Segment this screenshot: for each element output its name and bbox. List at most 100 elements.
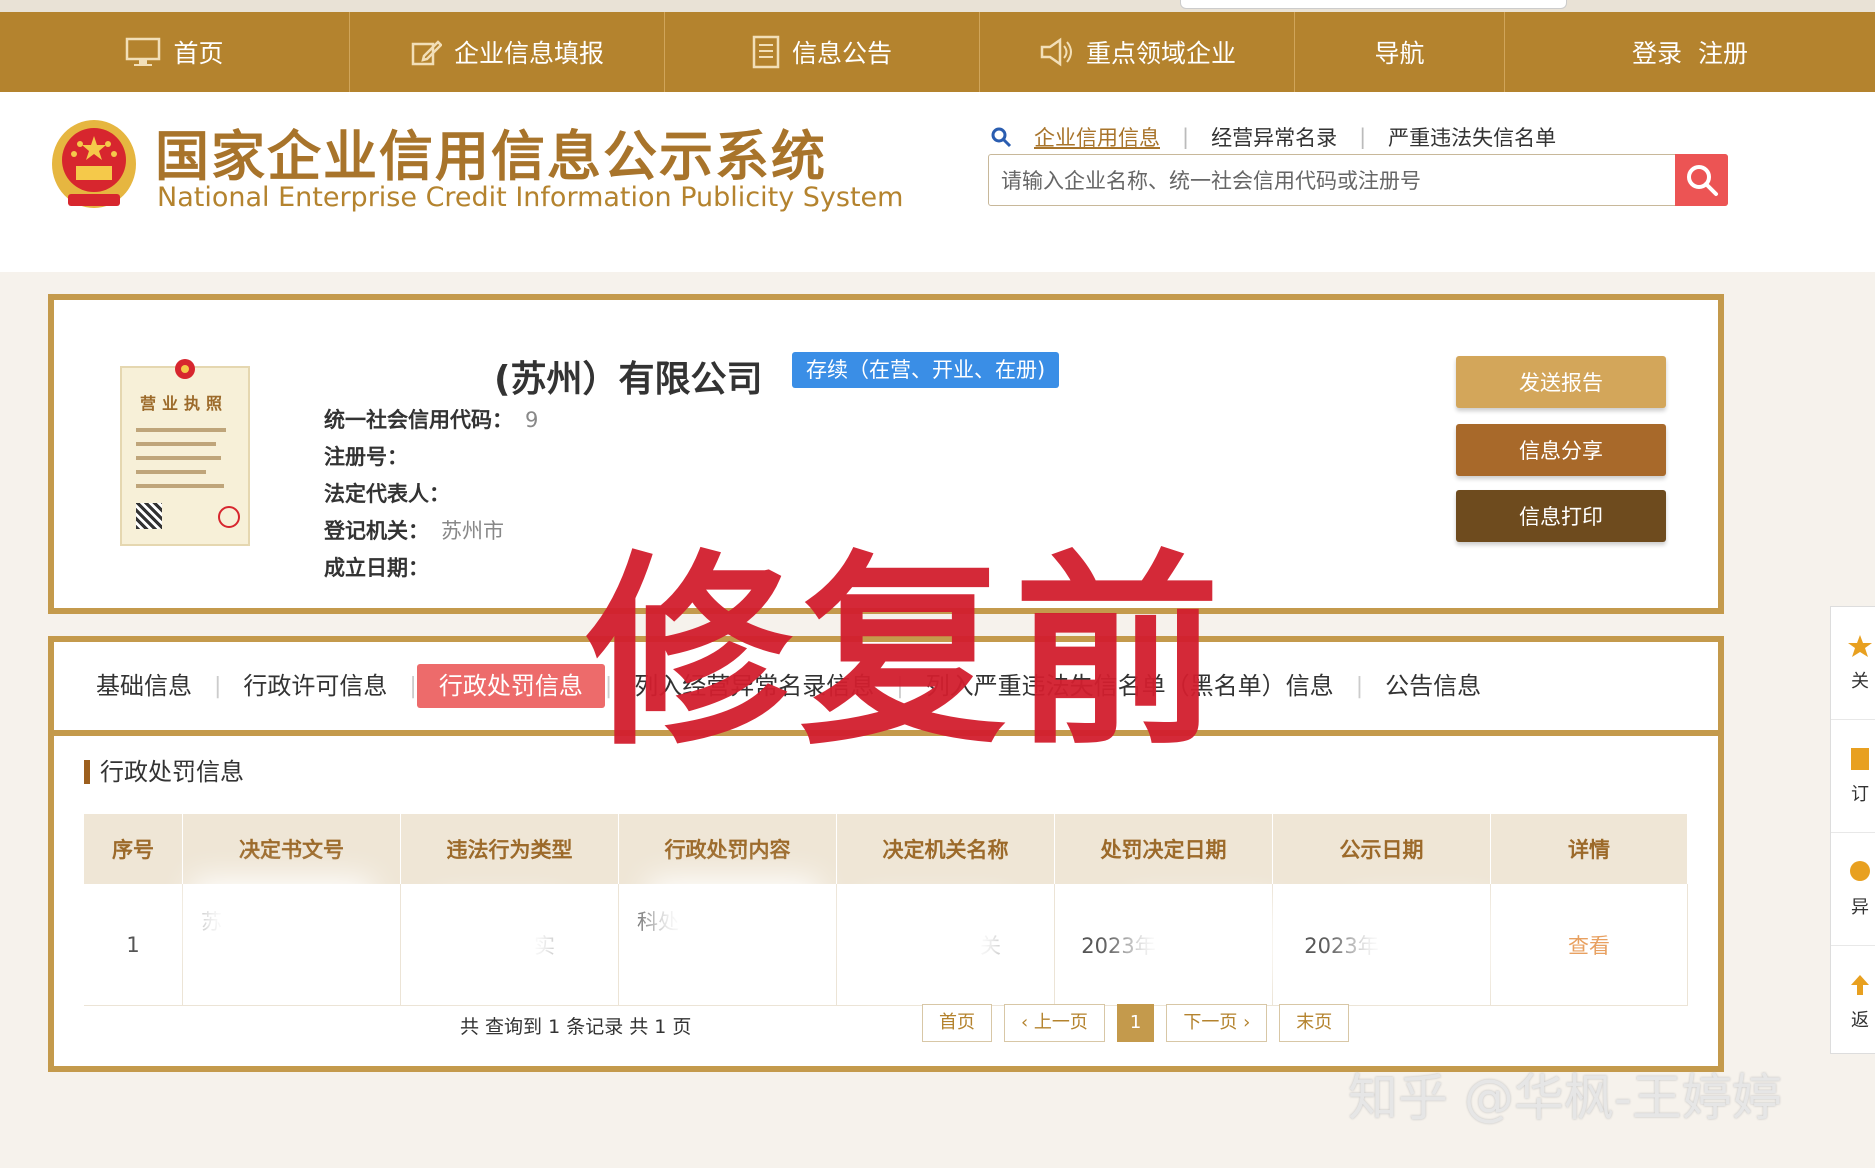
cell-authority-text: 关 — [980, 933, 1001, 958]
qr-code-icon — [136, 503, 162, 529]
cell-authority: 关 — [836, 884, 1055, 1006]
legal-rep-label: 法定代表人： — [324, 482, 450, 506]
popup-edge — [1180, 0, 1567, 9]
float-item-subscribe-label: 订 — [1851, 784, 1869, 805]
view-detail-link[interactable]: 查看 — [1568, 934, 1610, 958]
cell-no: 1 — [84, 884, 183, 1006]
tab-admin-penalty[interactable]: 行政处罚信息 — [416, 664, 605, 708]
section-title: 行政处罚信息 — [84, 760, 244, 784]
cell-penalty-content-text: 科处 — [637, 910, 679, 934]
monitor-icon — [126, 37, 161, 66]
next-page-button[interactable]: 下一页 › — [1166, 1004, 1268, 1042]
float-item-back-top[interactable]: 返 — [1831, 946, 1875, 1058]
tab-basic-info[interactable]: 基础信息 — [74, 664, 214, 708]
cell-publish-date-text: 2023年 — [1304, 933, 1379, 958]
tab-announcement[interactable]: 公告信息 — [1363, 664, 1503, 708]
search-link-credit-info[interactable]: 企业信用信息 — [1034, 122, 1160, 152]
nav-info-notice-label: 信息公告 — [791, 39, 892, 68]
float-item-subscribe[interactable]: 订 — [1831, 720, 1875, 833]
reg-authority-label: 登记机关： — [324, 519, 429, 543]
search-icon — [1686, 165, 1718, 196]
share-info-button[interactable]: 信息分享 — [1456, 424, 1666, 476]
col-penalty-content: 行政处罚内容 — [618, 814, 837, 884]
redaction-blur — [464, 932, 534, 953]
cell-decision-date: 2023年 — [1054, 884, 1273, 1006]
table-row: 1 苏 实 科处 关 2023年 2023年 查看 — [84, 884, 1688, 1006]
redaction-blur — [679, 909, 789, 929]
cell-detail: 查看 — [1490, 884, 1688, 1006]
nav-login-register[interactable]: 登录 注册 — [1505, 12, 1875, 92]
cell-publish-date: 2023年 — [1272, 884, 1491, 1006]
cell-violation-type-text: 实 — [534, 933, 555, 958]
browser-top-strip — [0, 0, 1875, 12]
float-item-follow-label: 关 — [1851, 671, 1869, 692]
chevron-right-icon: › — [1237, 1012, 1251, 1033]
national-emblem-icon — [52, 120, 136, 208]
cell-violation-type: 实 — [400, 884, 619, 1006]
tab-separator: | — [1355, 673, 1364, 699]
nav-info-notice[interactable]: 信息公告 — [665, 12, 980, 92]
nav-home-label: 首页 — [173, 39, 224, 68]
reg-no-label: 注册号： — [324, 445, 408, 469]
tab-admin-license[interactable]: 行政许可信息 — [221, 664, 409, 708]
license-text-lines — [136, 428, 236, 498]
legal-rep-row: 法定代表人： — [324, 478, 462, 508]
speaker-icon — [1040, 37, 1072, 67]
search-type-links: 企业信用信息 | 经营异常名录 | 严重违法失信名单 — [990, 122, 1556, 152]
site-header: 国家企业信用信息公示系统 National Enterprise Credit … — [0, 92, 1875, 272]
company-name: (苏州）有限公司 — [494, 359, 763, 400]
search-link-abnormal-list[interactable]: 经营异常名录 — [1211, 122, 1337, 152]
search-input[interactable] — [999, 163, 1653, 199]
tab-separator: | — [214, 673, 222, 699]
redaction-blur — [1155, 932, 1246, 953]
redaction-blur — [222, 909, 342, 929]
tab-separator: | — [409, 673, 417, 699]
reg-authority-value: 苏州市 — [441, 519, 504, 543]
nav-enterprise-report-label: 企业信息填报 — [453, 39, 604, 68]
search-link-blacklist[interactable]: 严重违法失信名单 — [1388, 122, 1556, 152]
nav-key-sector-label: 重点领域企业 — [1085, 39, 1236, 68]
col-detail: 详情 — [1490, 814, 1688, 884]
search-small-icon — [991, 127, 1012, 148]
nav-key-sector[interactable]: 重点领域企业 — [980, 12, 1295, 92]
nav-home[interactable]: 首页 — [0, 12, 350, 92]
arrow-up-icon — [1851, 975, 1869, 995]
penalty-table: 序号 决定书文号 违法行为类型 行政处罚内容 决定机关名称 处罚决定日期 公示日… — [84, 814, 1688, 1006]
redaction-blur — [890, 932, 980, 953]
bubble-icon — [1850, 861, 1870, 881]
first-page-button[interactable]: 首页 — [922, 1004, 992, 1042]
table-header-row: 序号 决定书文号 违法行为类型 行政处罚内容 决定机关名称 处罚决定日期 公示日… — [84, 814, 1688, 884]
document-icon — [752, 35, 780, 69]
edit-icon — [411, 40, 442, 66]
search-box — [988, 154, 1728, 206]
col-doc-no: 决定书文号 — [182, 814, 401, 884]
col-authority: 决定机关名称 — [836, 814, 1055, 884]
floating-toolbar: 关 订 异 返 — [1830, 606, 1875, 1054]
nav-navigation[interactable]: 导航 — [1295, 12, 1505, 92]
float-item-follow[interactable]: 关 — [1831, 607, 1875, 720]
nav-login-register-label: 登录 注册 — [1632, 39, 1748, 68]
float-item-back-top-label: 返 — [1851, 1010, 1869, 1031]
prev-page-button[interactable]: ‹ 上一页 — [1004, 1004, 1105, 1042]
col-no: 序号 — [84, 814, 183, 884]
nav-enterprise-report[interactable]: 企业信息填报 — [350, 12, 665, 92]
site-title-en: National Enterprise Credit Information P… — [157, 182, 904, 213]
license-emblem-icon — [175, 359, 195, 379]
chevron-left-icon: ‹ — [1021, 1012, 1034, 1033]
current-page-button[interactable]: 1 — [1116, 1004, 1155, 1042]
print-info-button[interactable]: 信息打印 — [1456, 490, 1666, 542]
separator: | — [1182, 125, 1190, 149]
last-page-button[interactable]: 末页 — [1279, 1004, 1350, 1042]
reg-no-row: 注册号： — [324, 441, 420, 471]
search-button[interactable] — [1675, 154, 1728, 206]
col-decision-date: 处罚决定日期 — [1054, 814, 1273, 884]
star-icon — [1848, 635, 1872, 657]
founded-date-row: 成立日期： — [324, 552, 441, 582]
cell-decision-date-text: 2023年 — [1081, 933, 1156, 958]
float-item-objection[interactable]: 异 — [1831, 833, 1875, 946]
send-report-button[interactable]: 发送报告 — [1456, 356, 1666, 408]
credit-code-row: 统一社会信用代码： 9 — [324, 404, 538, 434]
next-page-label: 下一页 — [1183, 1012, 1238, 1033]
founded-date-label: 成立日期： — [324, 556, 429, 580]
business-license-image[interactable]: 营业执照 — [120, 359, 250, 546]
